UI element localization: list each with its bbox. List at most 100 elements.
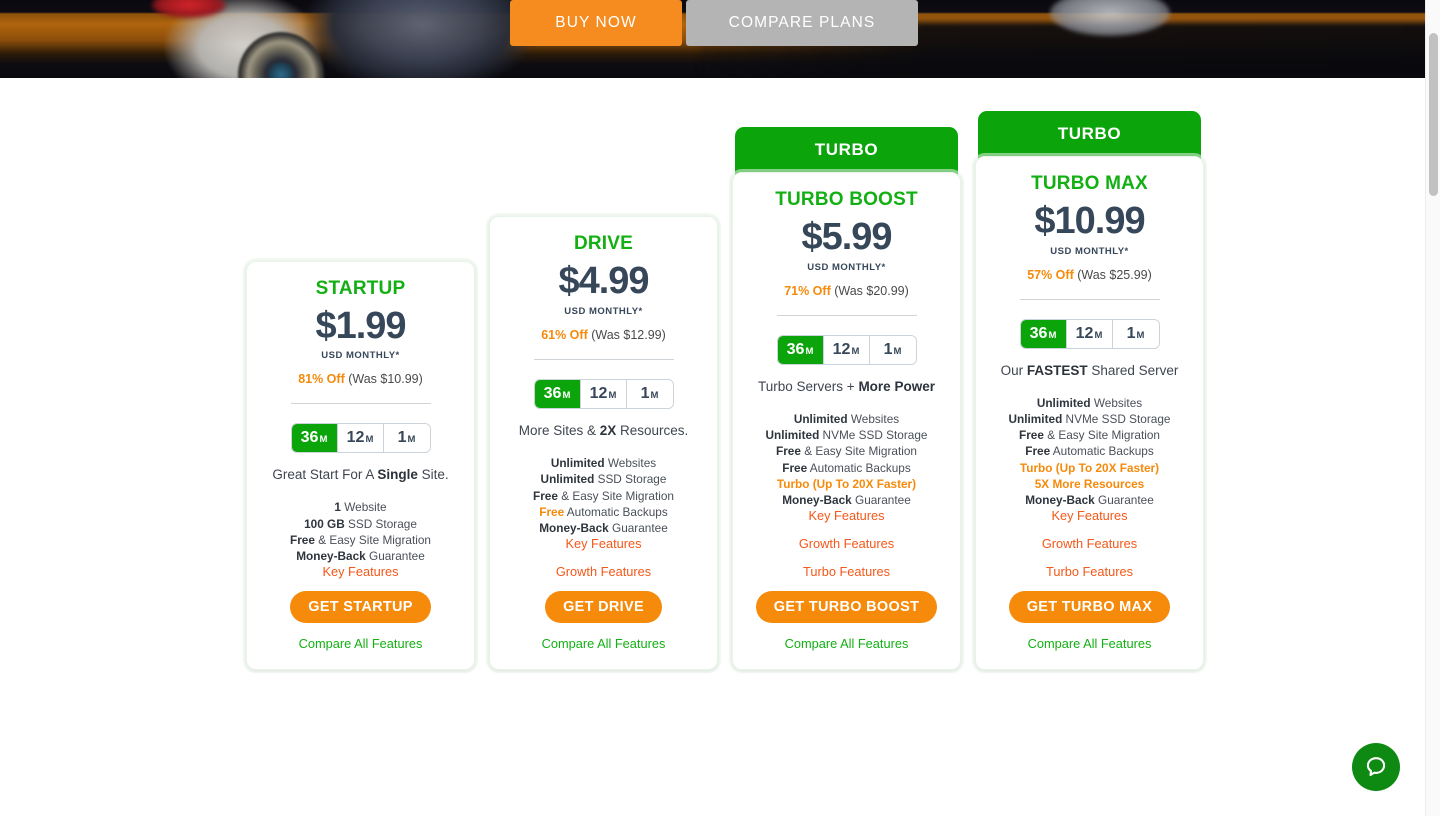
- term-option-12m[interactable]: 12 M: [337, 424, 384, 453]
- feature-item: Unlimited NVMe SSD Storage: [1008, 412, 1171, 426]
- discount-percent: 61% Off: [541, 328, 588, 343]
- term-option-1m[interactable]: 1M: [383, 424, 430, 453]
- plan-price: $1.99: [315, 304, 406, 347]
- card-body: STARTUP $1.99 USD MONTHLY* 81% Off (Was $10…: [246, 260, 475, 671]
- compare-all-features-link[interactable]: Compare All Features: [988, 636, 1191, 651]
- plan-feature-list: Unlimited Websites Unlimited NVMe SSD Sto…: [745, 411, 948, 508]
- plan-tagline: Turbo Servers + More Power: [758, 379, 935, 394]
- plan-discount: 61% Off (Was $12.99): [502, 328, 705, 342]
- feature-item: Free & Easy Site Migration: [533, 488, 674, 503]
- feature-links: Key Features Growth Features: [502, 536, 705, 579]
- term-option-1m[interactable]: 1M: [1112, 319, 1159, 348]
- compare-all-features-link[interactable]: Compare All Features: [745, 636, 948, 651]
- feature-link-key-features[interactable]: Key Features: [745, 508, 948, 523]
- pricing-card-startup: STARTUP $1.99 USD MONTHLY* 81% Off (Was $10…: [246, 205, 475, 671]
- term-unit: M: [893, 346, 902, 357]
- compare-plans-button[interactable]: COMPARE PLANS: [686, 0, 918, 46]
- plan-name: TURBO MAX: [1031, 173, 1148, 194]
- term-unit: M: [1048, 329, 1057, 341]
- feature-item: Free & Easy Site Migration: [290, 532, 431, 547]
- get-plan-button[interactable]: GET TURBO BOOST: [755, 591, 938, 624]
- term-unit: M: [1094, 329, 1103, 341]
- feature-link-key-features[interactable]: Key Features: [988, 508, 1191, 523]
- discount-was: (Was $12.99): [591, 328, 666, 343]
- plan-name: DRIVE: [573, 233, 634, 255]
- discount-percent: 71% Off: [784, 284, 831, 298]
- term-option-12m[interactable]: 12 M: [580, 380, 627, 409]
- discount-was: (Was $10.99): [348, 372, 423, 387]
- plan-name: TURBO BOOST: [775, 189, 918, 211]
- term-unit: M: [805, 346, 814, 357]
- plan-tagline: Our FASTEST Shared Server: [1000, 362, 1179, 378]
- chat-widget-button[interactable]: [1352, 743, 1400, 791]
- feature-link-turbo-features[interactable]: Turbo Features: [745, 564, 948, 579]
- card-body: DRIVE $4.99 USD MONTHLY* 61% Off (Was $12.9…: [489, 216, 718, 671]
- term-unit: M: [1136, 329, 1145, 341]
- feature-links: Key Features Growth Features Turbo Feature…: [988, 508, 1191, 579]
- term-toggle-group: 36 M 12 M 1 M: [533, 379, 674, 410]
- term-option-36m[interactable]: 36 M: [291, 424, 338, 453]
- feature-link-key-features[interactable]: Key Features: [502, 536, 705, 551]
- feature-link-growth-features[interactable]: Growth Features: [745, 536, 948, 551]
- feature-item: Unlimited Websites: [1036, 395, 1143, 410]
- chat-bubble-icon: [1366, 757, 1386, 777]
- pricing-card-turbo-boost: TURBO TURBO BOOST $5.99 USD MONTHLY* 71% Off…: [732, 127, 961, 671]
- term-unit: M: [650, 390, 659, 402]
- get-plan-button[interactable]: GET DRIVE: [545, 591, 662, 624]
- feature-links: Key Features: [259, 564, 462, 579]
- feature-link-growth-features[interactable]: Growth Features: [502, 564, 705, 579]
- plan-feature-list: 1 Website 100 GB SSD Storage Free & Easy S…: [259, 499, 462, 564]
- term-option-36m[interactable]: 36 M: [534, 380, 581, 409]
- plan-name: STARTUP: [315, 277, 406, 299]
- term-toggle-group: 36 M 12 M 1 M: [776, 335, 917, 365]
- term-option-1m[interactable]: 1M: [626, 380, 673, 409]
- feature-item: Turbo (Up To 20X Faster): [1019, 460, 1160, 475]
- term-option-1m[interactable]: 1M: [869, 336, 916, 364]
- feature-item: Free Automatic Backups: [782, 460, 911, 475]
- plan-discount: 71% Off (Was $20.99): [745, 284, 948, 298]
- term-unit: M: [608, 390, 617, 402]
- term-option-36m[interactable]: 36 M: [777, 336, 824, 364]
- get-plan-button[interactable]: GET STARTUP: [290, 591, 431, 624]
- plan-feature-list: Unlimited Websites Unlimited SSD Storage F…: [502, 455, 705, 536]
- feature-link-turbo-features[interactable]: Turbo Features: [988, 564, 1191, 579]
- get-plan-button[interactable]: GET TURBO MAX: [1008, 591, 1171, 624]
- plan-discount: 81% Off (Was $10.99): [259, 372, 462, 386]
- vertical-scrollbar-thumb[interactable]: [1429, 33, 1438, 196]
- compare-all-features-link[interactable]: Compare All Features: [259, 636, 462, 651]
- term-unit: M: [851, 346, 860, 357]
- plan-price-unit: USD MONTHLY*: [1050, 245, 1129, 257]
- feature-item: 100 GB SSD Storage: [304, 516, 417, 531]
- hero-cta-row: BUY NOW COMPARE PLANS: [510, 0, 918, 46]
- pricing-section: STARTUP $1.99 USD MONTHLY* 81% Off (Was $10…: [0, 78, 1425, 816]
- term-unit: M: [562, 390, 571, 402]
- discount-percent: 57% Off: [1027, 267, 1074, 282]
- feature-item: Money-Back Guarantee: [296, 549, 425, 564]
- feature-links: Key Features Growth Features Turbo Feature…: [745, 508, 948, 579]
- plan-feature-list: Unlimited Websites Unlimited NVMe SSD Sto…: [988, 395, 1191, 508]
- feature-item: Unlimited SSD Storage: [540, 472, 667, 487]
- pricing-card-drive: DRIVE $4.99 USD MONTHLY* 61% Off (Was $12.9…: [489, 160, 718, 671]
- pricing-card-list: STARTUP $1.99 USD MONTHLY* 81% Off (Was $10…: [246, 111, 1204, 671]
- feature-item: Unlimited Websites: [550, 456, 657, 471]
- feature-item: Free Automatic Backups: [539, 504, 668, 519]
- feature-item: Money-Back Guarantee: [1025, 493, 1154, 508]
- discount-was: (Was $20.99): [834, 284, 909, 298]
- card-body: TURBO MAX $10.99 USD MONTHLY* 57% Off (Was …: [975, 156, 1204, 671]
- plan-price: $4.99: [558, 260, 649, 303]
- vertical-scrollbar-track[interactable]: [1425, 0, 1440, 816]
- plan-price: $10.99: [1034, 200, 1145, 242]
- term-option-12m[interactable]: 12 M: [1066, 319, 1113, 348]
- term-option-12m[interactable]: 12 M: [823, 336, 870, 364]
- feature-link-key-features[interactable]: Key Features: [259, 564, 462, 579]
- plan-price-unit: USD MONTHLY*: [807, 262, 886, 273]
- feature-link-growth-features[interactable]: Growth Features: [988, 536, 1191, 551]
- feature-item: Money-Back Guarantee: [539, 521, 668, 536]
- plan-price-unit: USD MONTHLY*: [564, 306, 643, 318]
- plan-tagline: Great Start For A Single Site.: [272, 467, 449, 483]
- buy-now-button[interactable]: BUY NOW: [510, 0, 682, 46]
- feature-item: Unlimited NVMe SSD Storage: [765, 428, 928, 443]
- term-option-36m[interactable]: 36 M: [1020, 319, 1067, 348]
- feature-item: Turbo (Up To 20X Faster): [776, 476, 917, 491]
- compare-all-features-link[interactable]: Compare All Features: [502, 636, 705, 651]
